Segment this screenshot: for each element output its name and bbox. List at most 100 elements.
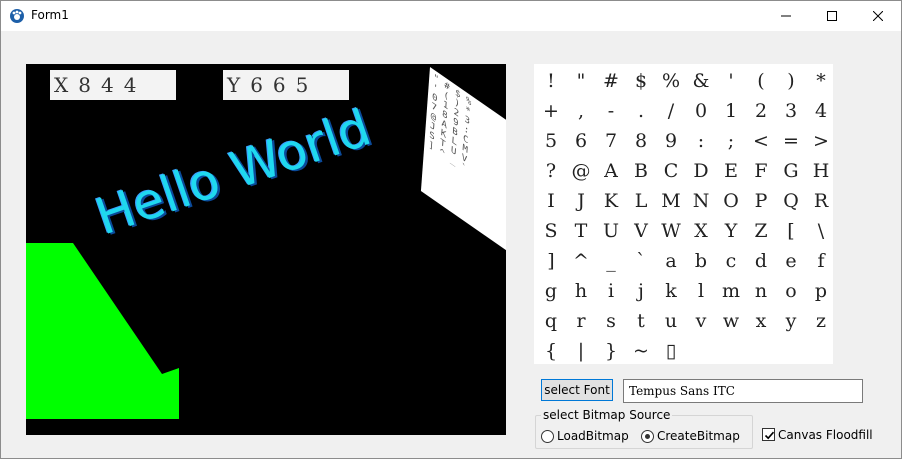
charmap-glyph: 1 <box>724 100 738 122</box>
charmap-glyph: 7 <box>604 130 618 152</box>
charmap-glyph: E <box>724 160 738 182</box>
charmap-glyph: ; <box>727 130 735 152</box>
charmap-glyph: F <box>754 160 768 182</box>
charmap-glyph: / <box>667 100 675 122</box>
charmap-glyph: r <box>576 310 586 332</box>
charmap-glyph: o <box>785 280 797 302</box>
charmap-row: qrstuvwxyz <box>534 306 833 336</box>
charmap-glyph: j <box>638 280 644 302</box>
font-character-map: ! " # $% & ' () * +, -. / 0 1 2 3 4 5 6 7 8 9:; < = >? @ A B C D E F G H… <box>534 64 833 364</box>
charmap-glyph: * <box>816 70 826 92</box>
charmap-glyph: Q <box>783 190 799 212</box>
charmap-glyph: J <box>577 190 585 212</box>
load-bitmap-radio[interactable] <box>541 430 554 443</box>
charmap-glyph: e <box>785 250 797 272</box>
charmap-row: 5 6 7 8 9:; < = > <box>534 126 833 156</box>
charmap-glyph: | <box>577 340 585 362</box>
charmap-glyph: + <box>543 100 559 122</box>
charmap-glyph: g <box>544 280 558 302</box>
charmap-glyph: 0 <box>694 100 708 122</box>
charmap-glyph: 9 <box>664 130 678 152</box>
canvas-floodfill-checkbox[interactable] <box>762 428 775 441</box>
create-bitmap-radio[interactable] <box>641 430 654 443</box>
charmap-row: ? @ A B C D E F G H <box>534 156 833 186</box>
charmap-glyph: W <box>661 220 681 242</box>
charmap-glyph: p <box>814 280 828 302</box>
minimize-icon <box>781 15 791 17</box>
charmap-glyph: w <box>722 310 740 332</box>
charmap-glyph: 3 <box>784 100 798 122</box>
load-bitmap-label[interactable]: LoadBitmap <box>557 429 629 443</box>
charmap-glyph: " <box>576 70 586 92</box>
charmap-glyph: b <box>694 250 708 272</box>
charmap-glyph: S <box>544 220 558 242</box>
charmap-glyph: ▯ <box>665 340 677 362</box>
charmap-row: ghi jklmnop <box>534 276 833 306</box>
charmap-glyph: [ <box>787 220 795 242</box>
charmap-glyph: k <box>665 280 677 302</box>
charmap-glyph: V <box>634 220 648 242</box>
checkmark-icon <box>764 431 775 440</box>
charmap-glyph: t <box>637 310 645 332</box>
charmap-glyph: % <box>661 70 681 92</box>
charmap-row: IJKLMNOPQR <box>534 186 833 216</box>
charmap-glyph: # <box>603 70 619 92</box>
charmap-glyph: > <box>813 130 829 152</box>
font-name-field[interactable]: Tempus Sans ITC <box>623 379 863 403</box>
charmap-glyph: , <box>577 100 585 122</box>
select-font-button[interactable]: select Font <box>541 379 613 401</box>
charmap-glyph: P <box>754 190 768 212</box>
charmap-glyph: 4 <box>814 100 828 122</box>
charmap-glyph: : <box>697 130 705 152</box>
charmap-row: ! " # $% & ' () * <box>534 66 833 96</box>
charmap-glyph: } <box>604 340 618 362</box>
charmap-glyph: I <box>547 190 555 212</box>
canvas-floodfill-label[interactable]: Canvas Floodfill <box>778 428 873 442</box>
x-coordinate-readout: X844 <box>50 70 176 100</box>
charmap-glyph: 5 <box>544 130 558 152</box>
charmap-glyph: 2 <box>754 100 768 122</box>
y-coordinate-readout: Y665 <box>223 70 349 100</box>
close-button[interactable] <box>855 1 901 31</box>
charmap-glyph: u <box>664 310 678 332</box>
charmap-glyph: N <box>692 190 710 212</box>
charmap-glyph: ] <box>547 250 555 272</box>
charmap-glyph: D <box>693 160 709 182</box>
charmap-glyph: ^ <box>573 250 589 272</box>
charmap-glyph: @ <box>571 160 591 182</box>
charmap-row: S T U V W X Y Z [\ <box>534 216 833 246</box>
charmap-glyph: _ <box>606 250 616 272</box>
charmap-glyph: O <box>723 190 739 212</box>
title-bar[interactable]: Form1 <box>1 1 901 31</box>
app-icon <box>10 9 24 23</box>
charmap-glyph: ( <box>757 70 765 92</box>
create-bitmap-label[interactable]: CreateBitmap <box>657 429 740 443</box>
charmap-glyph: U <box>602 220 619 242</box>
charmap-glyph: h <box>574 280 588 302</box>
charmap-glyph: ) <box>787 70 795 92</box>
charmap-glyph: 6 <box>574 130 588 152</box>
charmap-row: {|} ~ ▯ <box>534 336 833 366</box>
charmap-glyph: M <box>661 190 681 212</box>
charmap-glyph: a <box>665 250 677 272</box>
bitmap-source-group-label: select Bitmap Source <box>541 408 673 422</box>
charmap-glyph: 8 <box>634 130 648 152</box>
charmap-glyph: A <box>604 160 618 182</box>
charmap-glyph: { <box>544 340 558 362</box>
charmap-glyph: ! <box>547 70 555 92</box>
close-icon <box>873 11 883 21</box>
charmap-glyph: m <box>721 280 741 302</box>
maximize-button[interactable] <box>809 1 855 31</box>
charmap-glyph: Z <box>754 220 768 242</box>
main-window: Form1 " # $ % ' ( ) * 0 1 2 3 7 8 9 : @ … <box>0 0 902 459</box>
charmap-glyph: H <box>812 160 830 182</box>
minimize-button[interactable] <box>763 1 809 31</box>
charmap-glyph: < <box>753 130 769 152</box>
charmap-glyph: ' <box>728 70 734 92</box>
charmap-glyph: x <box>755 310 767 332</box>
charmap-glyph: ` <box>636 250 646 272</box>
charmap-glyph: y <box>785 310 797 332</box>
charmap-glyph: & <box>692 70 710 92</box>
window-title: Form1 <box>31 8 69 22</box>
drawing-canvas[interactable]: " # $ % ' ( ) * 0 1 2 3 7 8 9 : @ A B C … <box>26 64 506 435</box>
